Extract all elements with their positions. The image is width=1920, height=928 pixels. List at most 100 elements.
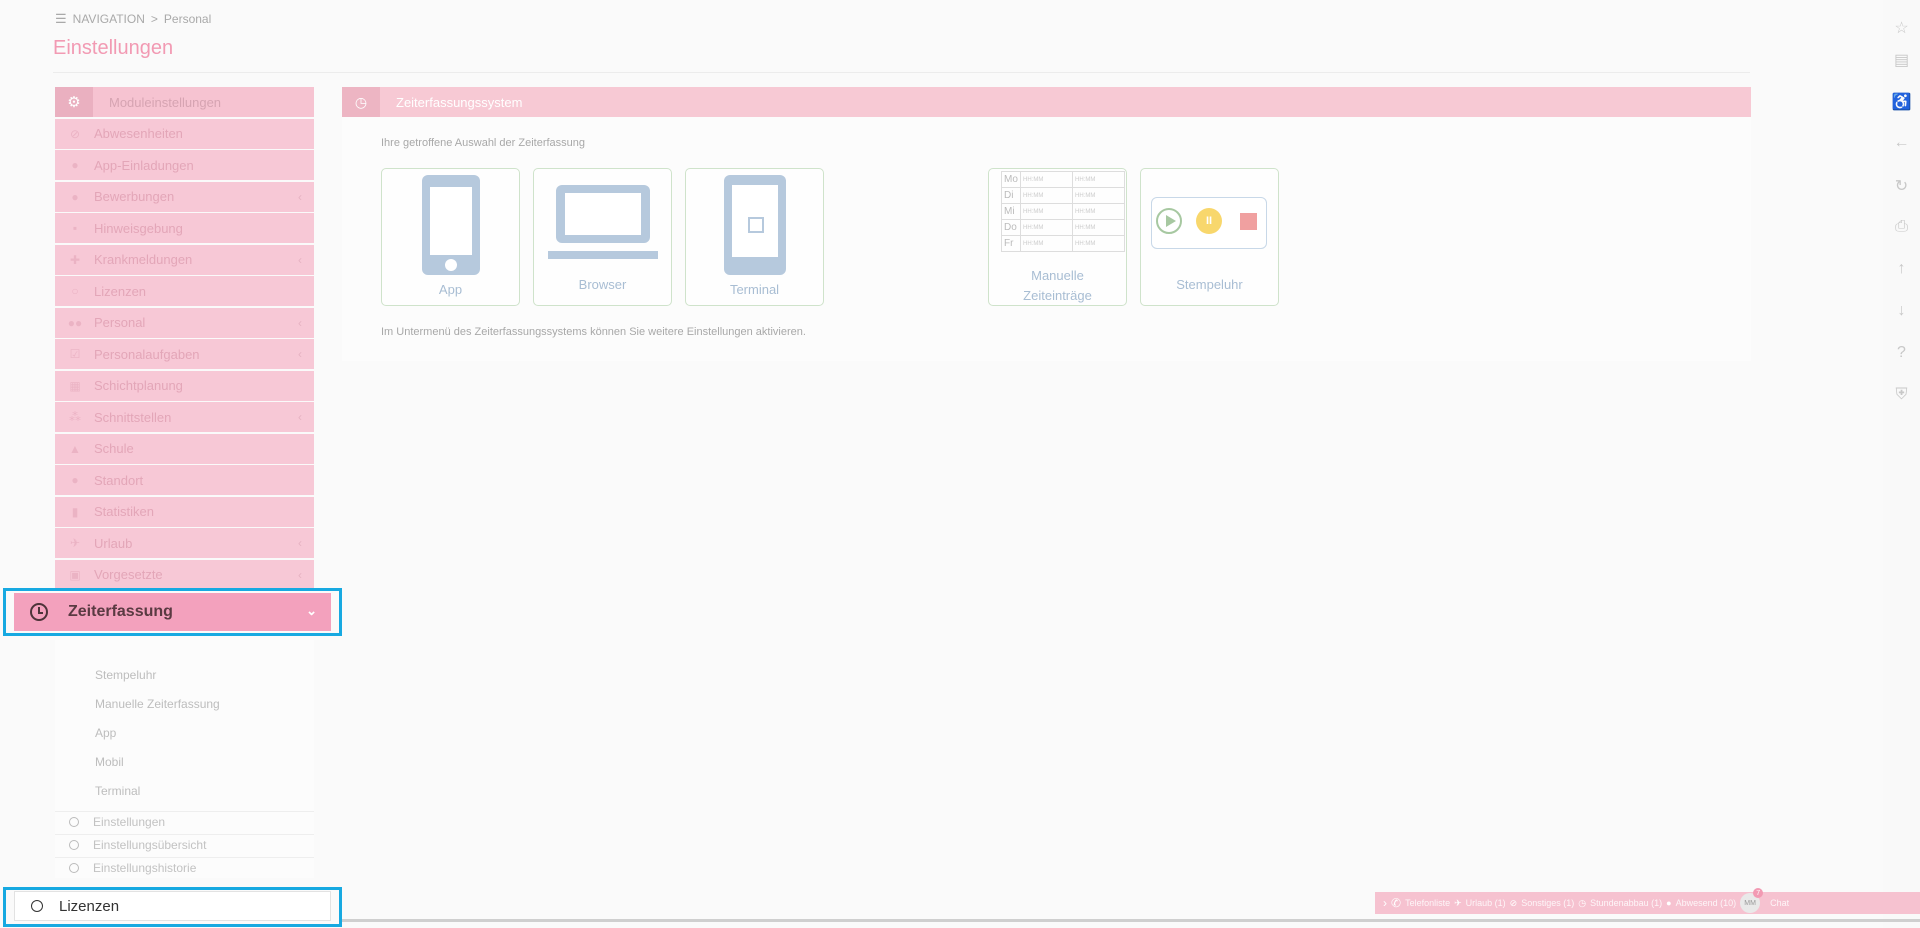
sidebar-item-personalaufgaben[interactable]: ☑ Personalaufgaben ‹ [55,339,314,369]
sidebar-item-standort[interactable]: ● Standort [55,465,314,495]
help-icon[interactable]: ? [1883,344,1920,362]
sidebar-item-schule[interactable]: ▲ Schule [55,433,314,464]
notification-badge: 7 [1753,888,1764,898]
sidebar-item-statistiken[interactable]: ▮ Statistiken [55,496,314,527]
sidebar-item-urlaub[interactable]: ✈ Urlaub ‹ [55,528,314,558]
laptop-base [548,251,658,259]
sidebar-item-lizenzen-highlighted[interactable]: Lizenzen [14,891,331,921]
schichtplanung-icon: ▦ [69,378,81,393]
arrow-up-icon[interactable]: ↑ [1883,260,1920,278]
card-app[interactable]: App [381,168,520,306]
sidebar-item-label: Hinweisgebung [94,220,183,236]
chevron-down-icon: ⌄ [306,603,317,618]
sidebar-item-label: Personal [94,315,146,330]
sidebar-item-label: Statistiken [94,504,154,519]
chevron-left-icon: ‹ [298,567,302,582]
submenu-item-terminal[interactable]: Terminal [95,784,140,798]
sidebar-item-label: Bewerbungen [94,189,175,204]
sidebar-item-schichtplanung[interactable]: ▦ Schichtplanung [55,370,314,401]
refresh-icon[interactable]: ↻ [1883,176,1920,196]
card-label: Manuelle Zeiteinträge [989,266,1126,306]
chevron-left-icon: ‹ [298,536,302,550]
card-terminal[interactable]: Terminal [685,168,824,306]
chevron-left-icon: ‹ [298,252,302,267]
divider [53,72,1750,73]
arrow-down-icon[interactable]: ↓ [1883,302,1920,320]
pause-icon: II [1196,208,1222,234]
time-cell: HH:MM [1072,219,1125,236]
sidebar-item-label: Einstellungsübersicht [93,838,207,852]
sidebar-item-krankmeldungen[interactable]: ✚ Krankmeldungen ‹ [55,244,314,275]
avatar[interactable]: MM 7 [1740,888,1764,913]
sidebar-item-abwesenheiten[interactable]: ⊘ Abwesenheiten [55,118,314,149]
sidebar-item-lizenzen[interactable]: ○ Lizenzen [55,276,314,306]
vorgesetzte-icon: ▣ [69,567,81,582]
day-label: Do [1001,219,1021,236]
time-cell: HH:MM [1072,187,1125,204]
sidebar-item-label: Urlaub [94,535,133,551]
chevron-right-icon[interactable]: › [1383,896,1387,910]
smartphone-icon [422,175,480,275]
hinweisgebung-icon: ▪ [72,221,78,235]
sidebar-item-label: App-Einladungen [94,157,194,173]
circle-icon [69,863,79,873]
clock-icon: ◷ [1578,897,1587,908]
chatbar-telefonliste[interactable]: Telefonliste [1405,898,1450,908]
chevron-left-icon: ‹ [298,315,302,330]
submenu-item-app[interactable]: App [95,726,116,740]
lizenzen-icon: ○ [71,284,79,298]
sidebar-item-einstellungshistorie[interactable]: Einstellungshistorie [55,857,314,878]
chatbar-abwesend[interactable]: Abwesend (10) [1676,898,1737,908]
card-stempeluhr[interactable]: II Stempeluhr [1140,168,1279,306]
star-icon[interactable]: ☆ [1883,18,1920,38]
chevron-left-icon: ‹ [298,347,302,361]
time-cell: HH:MM [1020,171,1073,188]
absent-icon: ● [1666,898,1672,908]
chatbar-sonstiges[interactable]: Sonstiges (1) [1521,898,1574,908]
sidebar-item-zeiterfassung[interactable]: Zeiterfassung ⌄ [14,593,331,631]
play-icon [1156,208,1182,234]
breadcrumb: ☰ NAVIGATION > Personal [55,11,211,27]
sidebar-item-label: Schnittstellen [94,409,172,425]
zeiterfassungssystem-panel: ◷ Zeiterfassungssystem Ihre getroffene A… [342,87,1751,361]
schnittstellen-icon: ⁂ [69,410,81,424]
sidebar-item-einstellungsuebersicht[interactable]: Einstellungsübersicht [55,834,314,855]
sidebar-item-label: Zeiterfassung [68,603,173,620]
time-cell: HH:MM [1072,203,1125,220]
sidebar-item-label: Einstellungshistorie [93,861,197,875]
personalaufgaben-icon: ☑ [69,347,81,361]
accessibility-icon[interactable]: ♿ [1883,92,1920,112]
breadcrumb-root[interactable]: NAVIGATION [73,12,145,26]
breadcrumb-separator: > [150,12,158,26]
sidebar-item-personal[interactable]: ●● Personal ‹ [55,307,314,338]
chatbar-stundenabbau[interactable]: Stundenabbau (1) [1590,898,1662,908]
time-cell: HH:MM [1072,235,1125,252]
sidebar-item-app-einladungen[interactable]: ● App-Einladungen [55,150,314,180]
right-toolbar: ☆ ▤ ♿ ← ↻ ⎙ ↑ ↓ ? ⛨ [1883,0,1920,928]
document-icon[interactable]: ▤ [1883,50,1920,70]
sidebar-item-hinweisgebung[interactable]: ▪ Hinweisgebung [55,213,314,243]
sidebar-item-einstellungen[interactable]: Einstellungen [55,811,314,832]
sidebar-header: ⚙ Moduleinstellungen [55,87,314,117]
time-cell: HH:MM [1020,235,1073,252]
submenu-item-mobil[interactable]: Mobil [95,755,124,769]
day-label: Mo [1001,171,1021,188]
card-browser[interactable]: Browser [533,168,672,306]
chatbar-urlaub[interactable]: Urlaub (1) [1466,898,1506,908]
krankmeldungen-icon: ✚ [69,252,81,267]
chat-button[interactable]: Chat [1770,898,1789,908]
menu-icon[interactable]: ☰ [55,11,67,27]
shield-icon[interactable]: ⛨ [1883,386,1920,404]
sidebar-item-label: Schule [94,441,134,456]
submenu-item-stempeluhr[interactable]: Stempeluhr [95,668,156,682]
print-icon[interactable]: ⎙ [1883,218,1920,236]
sidebar-item-schnittstellen[interactable]: ⁂ Schnittstellen ‹ [55,402,314,432]
plane-icon: ✈ [1454,897,1462,908]
card-manuelle-zeiteintraege[interactable]: Mo HH:MM HH:MM Di HH:MM HH:MM Mi HH:MM HH:MM Do HH… [988,168,1127,306]
chat-bar: › ✆ Telefonliste ✈ Urlaub (1) ⊘ Sonstige… [1375,888,1920,914]
submenu-item-manuelle-zeiterfassung[interactable]: Manuelle Zeiterfassung [95,697,220,711]
sidebar-item-vorgesetzte[interactable]: ▣ Vorgesetzte ‹ [55,559,314,590]
sidebar-item-bewerbungen[interactable]: ● Bewerbungen ‹ [55,181,314,212]
sidebar-item-label: Lizenzen [59,897,120,915]
arrow-left-icon[interactable]: ← [1883,134,1920,152]
